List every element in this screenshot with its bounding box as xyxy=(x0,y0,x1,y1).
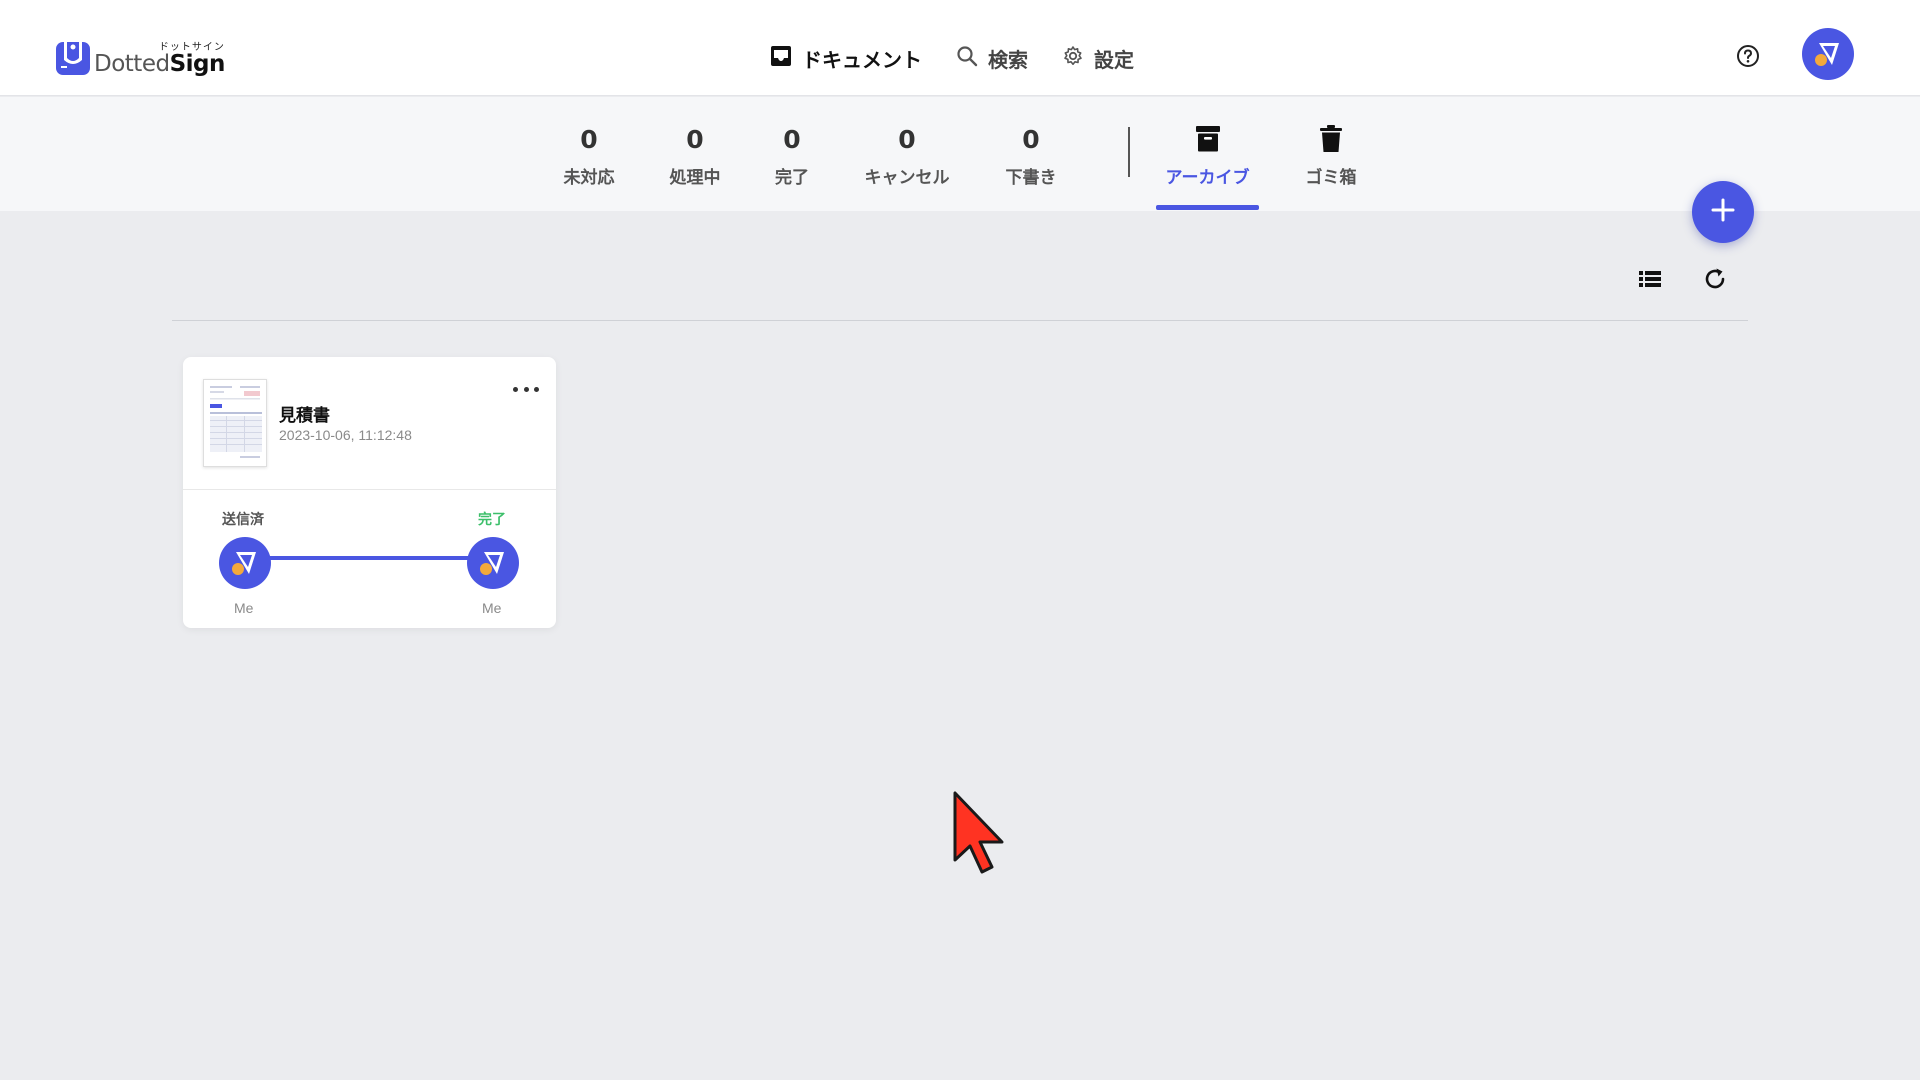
logo-mark-icon xyxy=(56,38,92,76)
content-divider xyxy=(172,320,1748,321)
tab-label: ゴミ箱 xyxy=(1305,168,1357,188)
nav-settings-label: 設定 xyxy=(1094,47,1134,72)
trash-icon xyxy=(1300,123,1362,155)
tab-completed[interactable]: 0 完了 xyxy=(768,125,816,188)
tab-unhandled[interactable]: 0 未対応 xyxy=(556,125,622,188)
progress-track xyxy=(247,556,497,560)
step-label-sent: 送信済 xyxy=(222,512,264,528)
search-icon xyxy=(956,45,978,71)
nav-settings[interactable]: 設定 xyxy=(1062,44,1134,73)
tab-label: 未対応 xyxy=(563,168,615,188)
document-title[interactable]: 見積書 xyxy=(279,401,330,426)
document-card[interactable]: 見積書 2023-10-06, 11:12:48 送信済 完了 Me Me xyxy=(183,357,556,628)
card-divider xyxy=(183,489,556,490)
main-nav: ドキュメント 検索 設定 xyxy=(770,40,1168,76)
nav-search-label: 検索 xyxy=(988,47,1028,72)
tab-trash[interactable]: ゴミ箱 xyxy=(1300,123,1362,188)
sender-avatar[interactable] xyxy=(219,537,271,589)
tab-count: 0 xyxy=(783,125,801,154)
tab-label: キャンセル xyxy=(864,168,950,188)
nav-documents[interactable]: ドキュメント xyxy=(770,44,922,73)
tab-label: アーカイブ xyxy=(1165,168,1250,188)
archive-box-icon xyxy=(1156,123,1259,155)
logo-word-light: Dotted xyxy=(94,51,170,77)
document-date: 2023-10-06, 11:12:48 xyxy=(279,427,412,443)
step-label-completed: 完了 xyxy=(478,512,506,528)
signer-name: Me xyxy=(482,600,502,616)
tab-label: 処理中 xyxy=(669,168,721,188)
tab-count: 0 xyxy=(580,125,598,154)
document-thumbnail[interactable] xyxy=(203,379,267,467)
tab-archive[interactable]: アーカイブ xyxy=(1156,123,1259,188)
top-bar: ドットサイン DottedSign ドキュメント 検索 設定 xyxy=(0,0,1920,96)
tab-cancelled[interactable]: 0 キャンセル xyxy=(860,125,954,188)
refresh-icon[interactable] xyxy=(1702,266,1728,292)
status-tab-bar: 0 未対応 0 処理中 0 完了 0 キャンセル 0 下書き アーカイブ ゴミ箱 xyxy=(0,97,1920,211)
signer-avatar[interactable] xyxy=(467,537,519,589)
nav-search[interactable]: 検索 xyxy=(956,44,1028,73)
mouse-cursor-icon xyxy=(952,790,1008,874)
more-horizontal-icon[interactable] xyxy=(513,383,539,395)
tab-divider xyxy=(1128,127,1130,177)
tab-label: 完了 xyxy=(775,168,809,188)
tab-label: 下書き xyxy=(1005,168,1057,188)
logo-word: DottedSign xyxy=(94,52,225,76)
active-tab-indicator xyxy=(1156,205,1259,210)
plus-icon xyxy=(1711,198,1735,226)
tab-count: 0 xyxy=(1022,125,1040,154)
tab-count: 0 xyxy=(898,125,916,154)
tab-count: 0 xyxy=(686,125,704,154)
add-document-button[interactable] xyxy=(1692,181,1754,243)
inbox-icon xyxy=(770,45,792,71)
list-view-icon[interactable] xyxy=(1638,266,1664,292)
brand-logo[interactable]: ドットサイン DottedSign xyxy=(56,36,225,76)
tab-in-progress[interactable]: 0 処理中 xyxy=(662,125,728,188)
nav-documents-label: ドキュメント xyxy=(802,47,922,72)
logo-word-bold: Sign xyxy=(169,51,226,77)
logo-wordmark: ドットサイン DottedSign xyxy=(94,38,225,76)
gear-icon xyxy=(1062,45,1084,71)
help-circle-icon[interactable] xyxy=(1736,44,1760,68)
sender-name: Me xyxy=(234,600,254,616)
user-avatar[interactable] xyxy=(1802,28,1854,80)
tab-drafts[interactable]: 0 下書き xyxy=(998,125,1064,188)
